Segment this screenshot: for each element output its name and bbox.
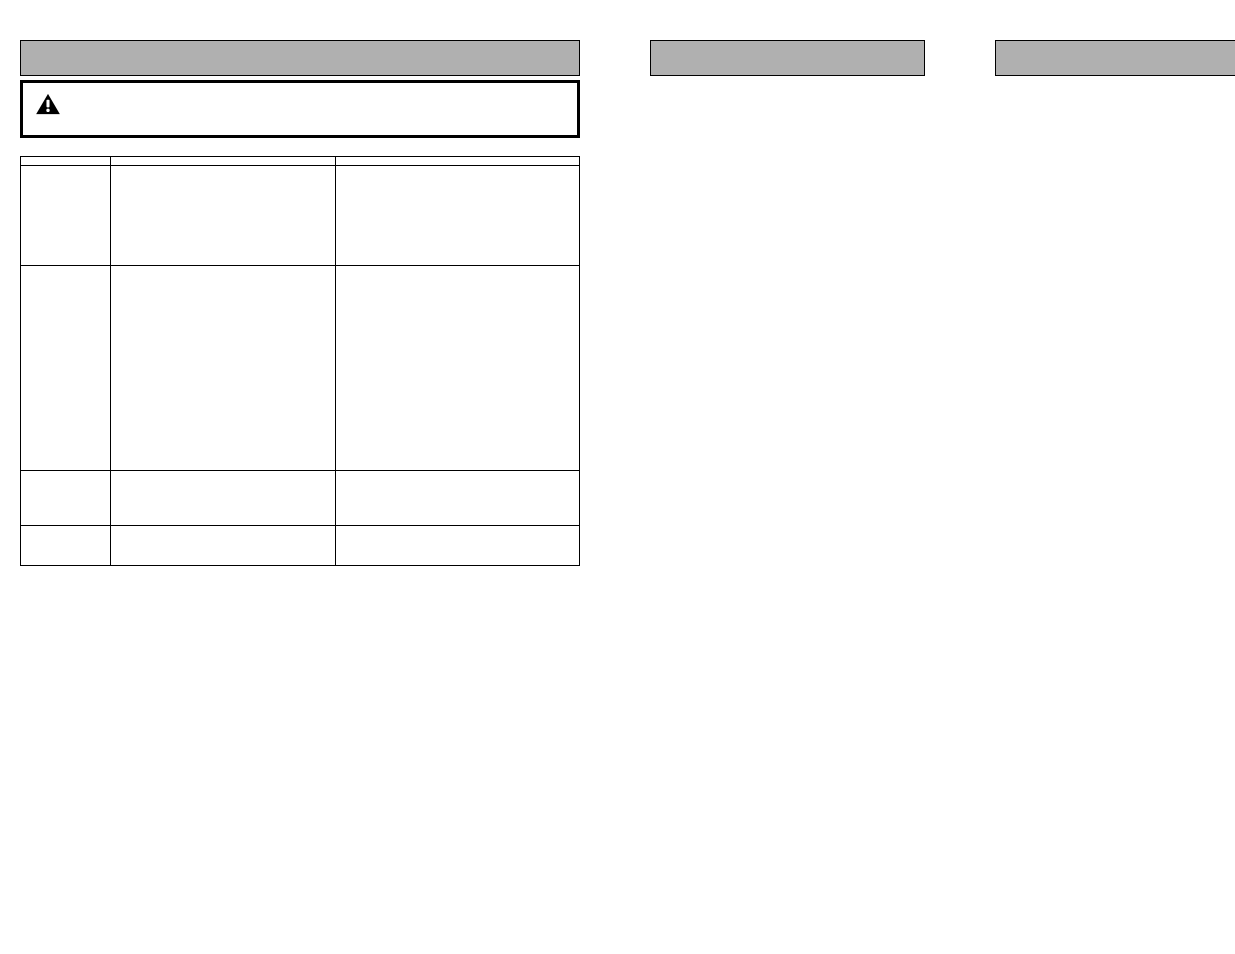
cell-pn [111,266,336,471]
table-row [21,266,580,471]
col-header-qty [21,157,111,166]
cell-desc [336,266,580,471]
column-3 [995,40,1235,566]
cell-desc [336,526,580,566]
table-row [21,166,580,266]
cell-pn [111,526,336,566]
table-row [21,471,580,526]
cell-qty [21,266,111,471]
section-header-bar [20,40,580,76]
table-row [21,526,580,566]
section-header-bar [650,40,925,76]
cell-qty [21,471,111,526]
column-2 [650,40,925,566]
table-header-row [21,157,580,166]
caution-header [35,93,565,115]
cell-qty [21,526,111,566]
column-1 [20,40,580,566]
page-root [20,40,1215,566]
cell-pn [111,471,336,526]
cell-desc [336,471,580,526]
cell-qty [21,166,111,266]
parts-table [20,156,580,566]
cell-desc [336,166,580,266]
cell-pn [111,166,336,266]
caution-box [20,80,580,138]
warning-icon [35,93,61,115]
col-header-pn [111,157,336,166]
col-header-desc [336,157,580,166]
section-header-bar [995,40,1235,76]
